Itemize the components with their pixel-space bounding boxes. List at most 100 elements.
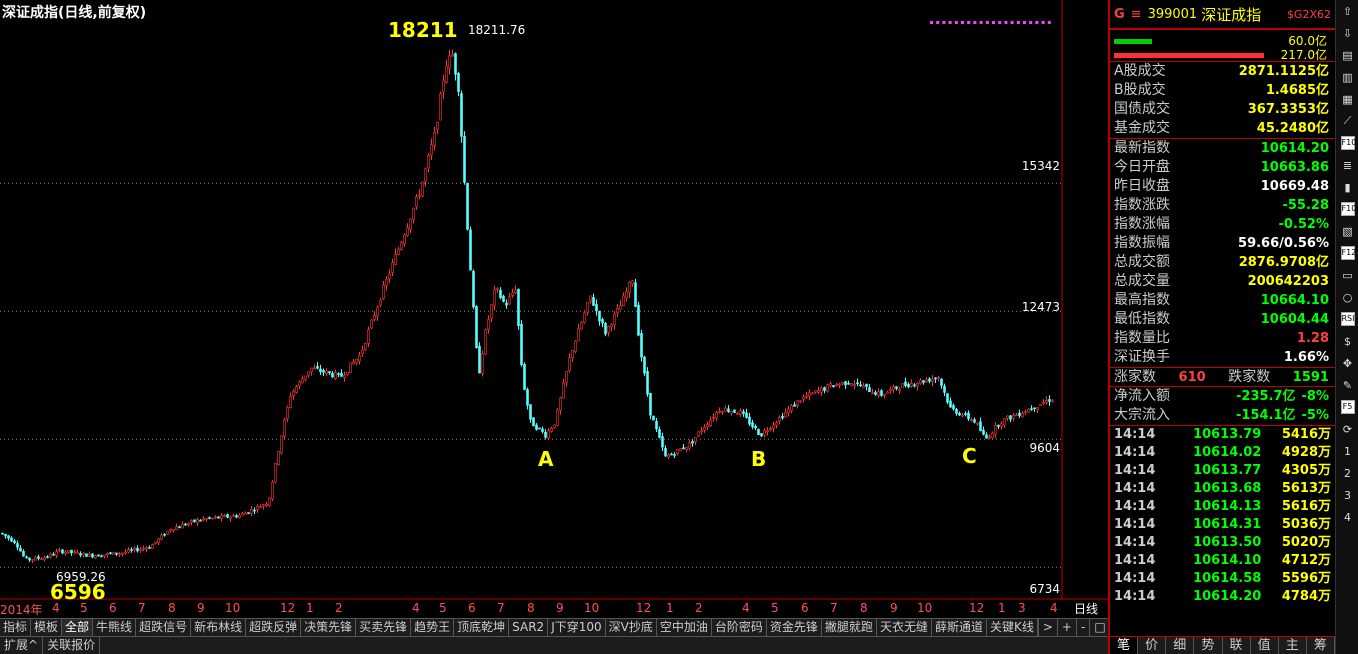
indicator-tab[interactable]: 全部 [62,619,94,636]
f12-icon[interactable]: F12 [1336,242,1358,264]
indicator-tab[interactable]: J下穿100 [548,619,606,636]
candle [373,311,376,322]
period-label[interactable]: 日线 [1064,600,1108,616]
grid-icon[interactable]: ▦ [1336,88,1358,110]
refresh-icon: ⟳ [1342,422,1353,436]
panel-tab[interactable]: 笔 [1110,637,1139,654]
stats-icon[interactable]: ▧ [1336,220,1358,242]
nav-1[interactable]: 1 [1336,440,1358,462]
dollar-icon[interactable]: $ [1336,330,1358,352]
monitor-icon[interactable]: ▭ [1336,264,1358,286]
indicator-tab[interactable]: 模板 [31,619,63,636]
fund-flow-value: -235.7亿 [1236,389,1296,404]
f5-icon[interactable]: F5 [1336,396,1358,418]
indicator-tab[interactable]: 超跌反弹 [246,619,302,636]
panel-tab[interactable]: 势 [1194,637,1223,654]
candle [175,523,178,531]
candle [538,427,541,430]
tab-nav-button[interactable]: > [1037,619,1057,636]
panel-tab[interactable]: 价 [1138,637,1167,654]
rsi-icon[interactable]: RSI [1336,308,1358,330]
indicator-tab[interactable]: 薛斯通道 [932,619,987,636]
index-stat-row: 总成交额 2876.9708亿 [1110,253,1335,272]
kline-chart-icon[interactable]: ▥ [1336,66,1358,88]
x-tick: 4 [412,601,420,615]
candle [160,533,163,541]
indicator-tab[interactable]: 空中加油 [657,619,712,636]
candle [91,553,94,559]
tab-nav-button[interactable]: - [1075,619,1089,636]
nav-3[interactable]: 3 [1336,484,1358,506]
tick-row: 14:14 10614.58 5596万 [1110,570,1335,588]
indicator-tab[interactable]: 趋势王 [411,619,455,636]
candle [265,501,268,508]
indicator-tab[interactable]: 资金先锋 [767,619,822,636]
bar-chart-icon[interactable]: ▮ [1336,176,1358,198]
f10-icon[interactable]: F10 [1336,132,1358,154]
panel-tab[interactable]: 联 [1223,637,1251,654]
f10b-icon[interactable]: F10 [1336,198,1358,220]
tab-nav-button[interactable]: □ [1089,619,1109,636]
fund-flow-pct: -5% [1301,408,1329,423]
candle [100,554,103,558]
candle [847,380,850,385]
candle [796,400,799,409]
indicator-tab[interactable]: 天衣无缝 [877,619,932,636]
x-tick: 4 [52,601,60,615]
pen-icon[interactable]: ✎ [1336,374,1358,396]
indicator-tab[interactable]: 买卖先锋 [356,619,412,636]
up-arrow-icon[interactable]: ⇧ [1336,0,1358,22]
index-stat-value: 200642203 [1247,274,1329,289]
indicator-tab[interactable]: 撇腿就跑 [822,619,877,636]
move-icon[interactable]: ✥ [1336,352,1358,374]
candle [631,279,634,287]
kline-chart-area[interactable]: 深证成指(日线,前复权) 18211 18211.76 6959.26 6596… [0,0,1108,618]
candle [952,403,955,411]
panel-tab[interactable]: 值 [1251,637,1279,654]
candle [991,431,994,439]
tick-row: 14:14 10613.50 5020万 [1110,534,1335,552]
panel-tab[interactable]: 细 [1166,637,1195,654]
indicator-tab[interactable]: 决策先锋 [301,619,357,636]
candle [49,552,52,559]
candle [562,378,565,399]
tick-price: 10614.13 [1193,499,1262,514]
indicator-tab[interactable]: 台阶密码 [712,619,767,636]
candle [394,248,397,266]
list-icon[interactable]: ≣ [1336,154,1358,176]
panel-tab[interactable]: 主 [1279,637,1307,654]
candle [289,392,292,409]
indicator-tab[interactable]: 超跌信号 [136,619,192,636]
trend-icon[interactable]: ⟋ [1336,110,1358,132]
indicator-tab[interactable]: SAR2 [509,619,549,636]
indicator-tab[interactable]: 深V抄底 [606,619,657,636]
refresh-icon[interactable]: ⟳ [1336,418,1358,440]
signal-marker [1016,21,1020,24]
tick-price: 10614.58 [1193,571,1262,586]
indicator-tab[interactable]: 指标 [0,619,32,636]
candle [640,329,643,362]
menu-icon[interactable]: ≡ [1131,7,1142,22]
tab-nav-button[interactable]: + [1056,619,1076,636]
kline-chart[interactable] [0,0,1108,600]
candle [196,517,199,526]
indicator-tab[interactable]: 新布林线 [191,619,247,636]
nav-2[interactable]: 2 [1336,462,1358,484]
monitor-icon: ▭ [1342,268,1353,282]
indicator-tab[interactable]: 牛熊线 [93,619,137,636]
expand-button[interactable]: 扩展^ [0,637,44,654]
indicator-tab[interactable]: 关键K线 [987,619,1038,636]
indicator-tab[interactable]: 顶底乾坤 [454,619,510,636]
circle-icon[interactable]: ○ [1336,286,1358,308]
intraday-chart-icon[interactable]: ▤ [1336,44,1358,66]
advance-decline-row: 涨家数 610 跌家数 1591 [1110,368,1335,387]
nav-4[interactable]: 4 [1336,506,1358,528]
candle [865,383,868,391]
down-arrow-icon[interactable]: ⇩ [1336,22,1358,44]
panel-tab[interactable]: 筹 [1307,637,1335,654]
index-stat-label: 指数涨跌 [1114,197,1170,213]
candle [835,382,838,387]
related-quotes-button[interactable]: 关联报价 [43,637,101,654]
group-label[interactable]: G [1114,7,1125,22]
candle [772,421,775,433]
